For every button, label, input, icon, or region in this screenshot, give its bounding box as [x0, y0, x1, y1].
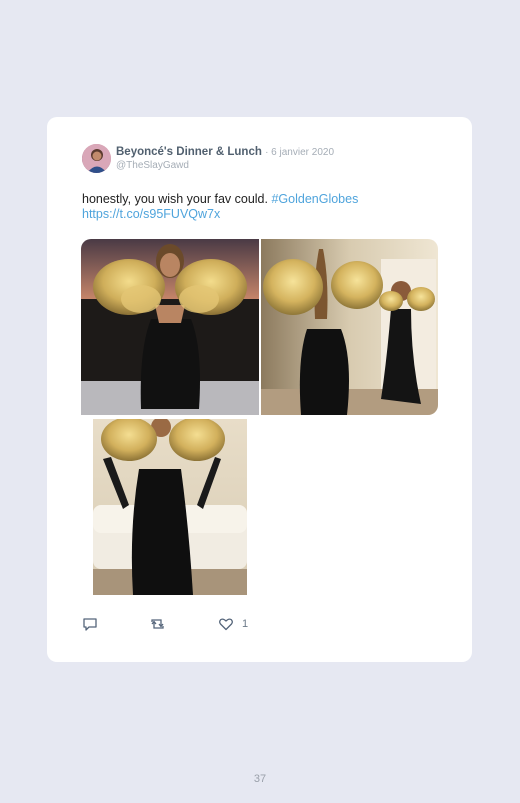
- tweet-text: honestly, you wish your fav could. #Gold…: [82, 192, 442, 222]
- photo-gold-gown-front[interactable]: [81, 239, 259, 415]
- author-name[interactable]: Beyoncé's Dinner & Lunch: [116, 146, 262, 158]
- retweet-icon: [149, 616, 166, 632]
- reply-button[interactable]: [82, 616, 98, 632]
- reply-icon: [82, 616, 98, 632]
- tweet-url-link[interactable]: https://t.co/s95FUVQw7x: [82, 207, 220, 221]
- page-number: 37: [253, 773, 267, 785]
- like-count: 1: [242, 618, 249, 630]
- hashtag-link[interactable]: #GoldenGlobes: [271, 192, 358, 206]
- heart-icon: [218, 616, 234, 632]
- photo-gold-gown-back[interactable]: [261, 239, 438, 415]
- like-button[interactable]: 1: [218, 616, 248, 632]
- photo-gold-gown-sofa[interactable]: [93, 419, 247, 595]
- tweet-actions: 1: [82, 616, 282, 636]
- tweet-card: Beyoncé's Dinner & Lunch · 6 janvier 202…: [47, 117, 472, 662]
- avatar[interactable]: [82, 144, 111, 173]
- author-handle[interactable]: @TheSlayGawd: [116, 160, 189, 171]
- author-line: Beyoncé's Dinner & Lunch · 6 janvier 202…: [116, 146, 334, 158]
- tweet-date[interactable]: · 6 janvier 2020: [265, 147, 334, 158]
- retweet-button[interactable]: [149, 616, 166, 632]
- tweet-body: honestly, you wish your fav could.: [82, 192, 268, 206]
